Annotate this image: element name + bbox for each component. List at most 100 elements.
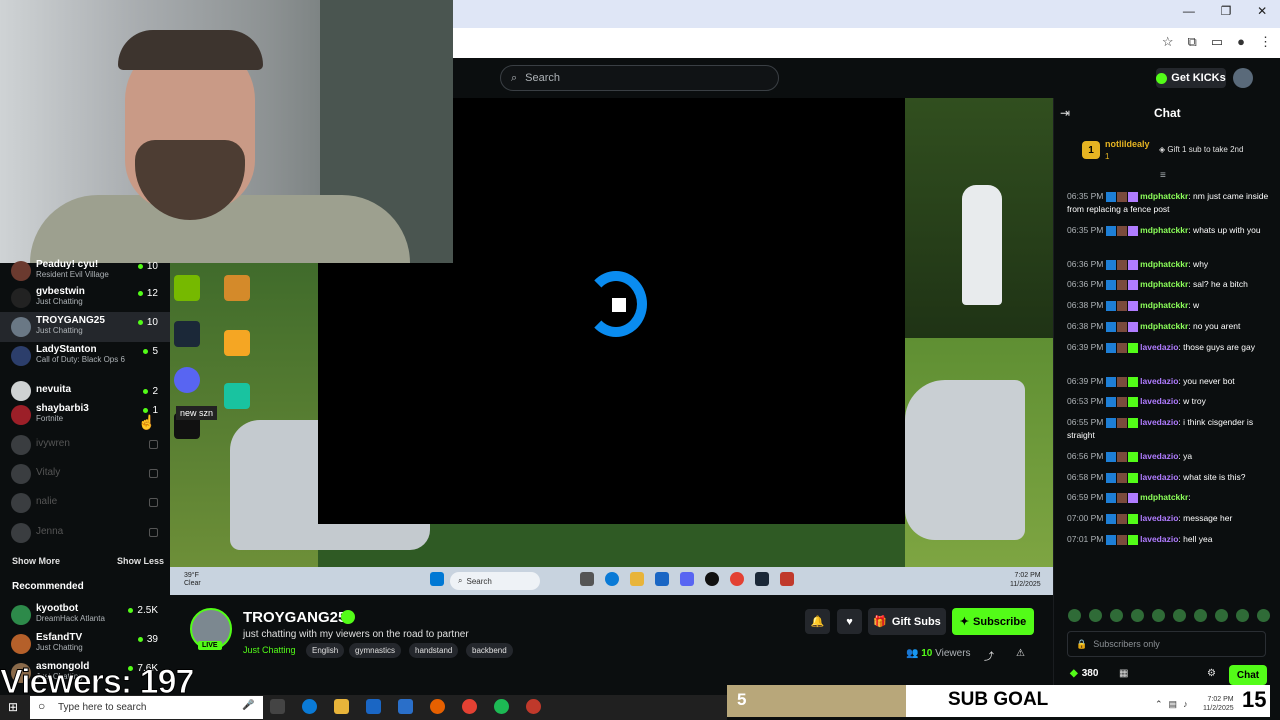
badge-icon (1127, 300, 1138, 311)
spotify-icon[interactable] (494, 699, 509, 714)
gift-hint[interactable]: ◈ Gift 1 sub to take 2nd (1159, 145, 1243, 154)
chevron-up-icon[interactable]: ⌃ (1155, 699, 1163, 710)
close-button[interactable]: ✕ (1257, 4, 1267, 24)
emote-icon[interactable] (1110, 609, 1123, 622)
cast-icon[interactable]: ▭ (1211, 34, 1223, 50)
edge-icon[interactable] (302, 699, 317, 714)
live-dot-icon (128, 608, 134, 613)
report-icon[interactable]: ⚠ (1016, 648, 1025, 659)
firefox-icon[interactable] (430, 699, 445, 714)
store-icon[interactable]: ▦ (1119, 668, 1128, 679)
emote-icon[interactable] (1194, 609, 1207, 622)
show-more-button[interactable]: Show More (12, 556, 60, 566)
recommended-channel-item[interactable]: kyootbot DreamHack Atlanta 2.5K (0, 600, 170, 630)
message-username[interactable]: mdphatckkr (1140, 279, 1188, 289)
minimize-button[interactable]: — (1183, 4, 1195, 24)
notification-bell-button[interactable]: 🔔 (805, 609, 830, 634)
emote-icon[interactable] (1236, 609, 1249, 622)
badge-icon (1127, 472, 1138, 483)
recommended-channel-item[interactable]: EsfandTV Just Chatting 39 (0, 629, 170, 659)
emote-icon[interactable] (1152, 609, 1165, 622)
tag[interactable]: English (306, 643, 345, 658)
gear-icon[interactable]: ⚙ (1207, 668, 1216, 679)
message-username[interactable]: lavedazio (1140, 451, 1178, 461)
sidebar-channel-item[interactable]: Jenna (0, 518, 170, 548)
category-link[interactable]: Just Chatting (243, 645, 296, 655)
message-username[interactable]: mdphatckkr (1140, 191, 1188, 201)
windows-start-icon[interactable]: ⊞ (8, 700, 18, 714)
emote-icon[interactable] (1068, 609, 1081, 622)
emote-icon[interactable] (1131, 609, 1144, 622)
emote-icon[interactable] (1257, 609, 1270, 622)
streamer-name[interactable]: TROYGANG25 (243, 609, 346, 626)
message-username[interactable]: lavedazio (1140, 534, 1178, 544)
filter-icon[interactable]: ≡ (1160, 170, 1166, 181)
badge-icon (1116, 342, 1127, 353)
tag[interactable]: gymnastics (349, 643, 402, 658)
mail-icon[interactable] (398, 699, 413, 714)
steam-icon (755, 572, 769, 586)
os-search-input[interactable]: Type here to search (30, 696, 263, 719)
viewer-count-value: 10 (146, 261, 158, 272)
address-bar[interactable] (453, 28, 1280, 58)
gift-subs-button[interactable]: 🎁 Gift Subs (868, 608, 946, 635)
profile-icon[interactable]: ● (1237, 34, 1245, 50)
message-username[interactable]: lavedazio (1140, 376, 1178, 386)
sidebar-channel-item[interactable]: Vitaly (0, 459, 170, 489)
chrome-icon[interactable] (462, 699, 477, 714)
chat-input[interactable]: 🔒 Subscribers only (1067, 631, 1266, 657)
maximize-button[interactable]: ❐ (1221, 4, 1232, 24)
kicks-balance[interactable]: ◆ 380 (1070, 668, 1098, 679)
search-input[interactable]: ⌕ Search (500, 65, 779, 91)
message-username[interactable]: lavedazio (1140, 472, 1178, 482)
message-time: 06:59 PM (1067, 492, 1104, 502)
message-username[interactable]: lavedazio (1140, 513, 1178, 523)
emote-icon[interactable] (1173, 609, 1186, 622)
folder-icon (630, 572, 644, 586)
extensions-icon[interactable]: ⧉ (1188, 34, 1197, 50)
message-username[interactable]: mdphatckkr (1140, 259, 1188, 269)
sidebar-channel-item[interactable]: TROYGANG25 Just Chatting 10 (0, 312, 170, 342)
message-username[interactable]: lavedazio (1140, 396, 1178, 406)
menu-icon[interactable]: ⋮ (1259, 34, 1272, 50)
task-view-icon[interactable] (270, 699, 285, 714)
top-gifter-name[interactable]: notlildealy (1105, 139, 1150, 149)
star-icon[interactable]: ☆ (1162, 34, 1174, 50)
message-time: 06:53 PM (1067, 396, 1104, 406)
sidebar-channel-item[interactable]: gvbestwin Just Chatting 12 (0, 283, 170, 313)
user-avatar[interactable] (1233, 68, 1253, 88)
microphone-icon[interactable]: 🎤 (242, 700, 254, 711)
message-username[interactable]: lavedazio (1140, 342, 1178, 352)
emote-icon[interactable] (1089, 609, 1102, 622)
app-icon[interactable] (526, 699, 541, 714)
tag[interactable]: backbend (466, 643, 513, 658)
network-icon[interactable]: ▤ (1169, 699, 1178, 710)
show-less-button[interactable]: Show Less (117, 556, 164, 566)
message-username[interactable]: mdphatckkr (1140, 225, 1188, 235)
share-icon[interactable]: ⤴ (984, 648, 994, 663)
steam-icon (174, 321, 200, 347)
follow-button[interactable]: ♥ (837, 609, 862, 634)
message-username[interactable]: mdphatckkr (1140, 492, 1188, 502)
sidebar-channel-item[interactable]: ivywren (0, 430, 170, 460)
stream-taskbar-apps (430, 572, 444, 586)
badge-icon (1105, 534, 1116, 545)
message-username[interactable]: mdphatckkr (1140, 321, 1188, 331)
get-kicks-button[interactable]: Get KICKs (1156, 68, 1226, 88)
os-clock[interactable]: 7:02 PM 11/2/2025 (1203, 695, 1234, 713)
collapse-chat-icon[interactable]: ⇥ (1060, 106, 1070, 120)
sidebar-channel-item[interactable]: nalie (0, 488, 170, 518)
message-username[interactable]: lavedazio (1140, 417, 1178, 427)
emote-icon[interactable] (1215, 609, 1228, 622)
folder-icon[interactable] (334, 699, 349, 714)
tag[interactable]: handstand (409, 643, 459, 658)
subscribe-button[interactable]: ✦ Subscribe (952, 608, 1034, 635)
send-chat-button[interactable]: Chat (1229, 665, 1267, 685)
message-username[interactable]: mdphatckkr (1140, 300, 1188, 310)
sidebar-channel-item[interactable]: LadyStanton Call of Duty: Black Ops 65 (0, 341, 170, 371)
store-icon[interactable] (366, 699, 381, 714)
kicks-icon: ◆ (1070, 668, 1078, 679)
volume-icon[interactable]: ♪ (1183, 699, 1188, 710)
sidebar-channel-item[interactable]: Peaduy! cyu! Resident Evil Village 10 (0, 256, 170, 286)
tooltip: new szn (176, 406, 218, 420)
